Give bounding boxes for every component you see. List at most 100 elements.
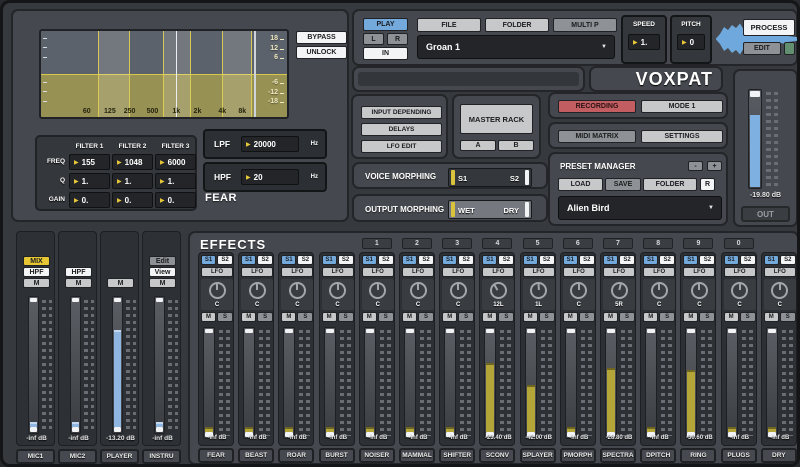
fx-name-burst[interactable]: BURST: [319, 448, 355, 463]
s1-button[interactable]: S1: [402, 255, 417, 265]
fader-track[interactable]: [364, 327, 376, 439]
pan-knob[interactable]: [289, 282, 306, 299]
s2-button[interactable]: S2: [579, 255, 595, 265]
lfo-button[interactable]: LFO: [643, 267, 675, 277]
s2-button[interactable]: S2: [619, 255, 635, 265]
lfo-button[interactable]: LFO: [563, 267, 595, 277]
solo-button[interactable]: S: [297, 312, 313, 322]
lfo-button[interactable]: LFO: [362, 267, 394, 277]
out-button[interactable]: OUT: [741, 206, 790, 222]
fader-handle[interactable]: [30, 427, 37, 432]
mute-button[interactable]: M: [764, 312, 779, 322]
solo-button[interactable]: S: [659, 312, 675, 322]
input-button[interactable]: IN: [363, 47, 408, 60]
fader-track[interactable]: [28, 296, 39, 434]
fx-name-dpitch[interactable]: DPITCH: [640, 448, 676, 463]
fader-track[interactable]: [283, 327, 295, 439]
s2-button[interactable]: S2: [699, 255, 715, 265]
solo-button[interactable]: S: [539, 312, 555, 322]
lfo-button[interactable]: LFO: [281, 267, 313, 277]
out-fader-track[interactable]: [748, 89, 762, 189]
filter-value-cell[interactable]: ▶1.: [112, 173, 153, 189]
fx-name-splayer[interactable]: SPLAYER: [520, 448, 556, 463]
fx-name-sconv[interactable]: SCONV: [479, 448, 515, 463]
channel-name-mic2[interactable]: MIC2: [58, 449, 97, 464]
mute-button[interactable]: M: [523, 312, 538, 322]
lfo-button[interactable]: LFO: [442, 267, 474, 277]
s1-button[interactable]: S1: [683, 255, 698, 265]
solo-button[interactable]: S: [458, 312, 474, 322]
fader-track[interactable]: [70, 296, 81, 434]
rack-a-button[interactable]: A: [460, 140, 496, 151]
preset-select[interactable]: Alien Bird ▼: [558, 196, 722, 220]
fader-track[interactable]: [685, 327, 697, 439]
channel-button-m[interactable]: M: [149, 278, 176, 288]
channel-button-hpf[interactable]: HPF: [23, 267, 50, 277]
lfo-button[interactable]: LFO: [523, 267, 555, 277]
fader-handle[interactable]: [114, 427, 121, 432]
pan-knob[interactable]: [651, 282, 668, 299]
s2-button[interactable]: S2: [217, 255, 233, 265]
fx-name-spectra[interactable]: SPECTRA: [600, 448, 636, 463]
settings-button[interactable]: SETTINGS: [641, 130, 723, 143]
fader-track[interactable]: [525, 327, 537, 439]
fader-track[interactable]: [484, 327, 496, 439]
output-morphing-slider[interactable]: WET DRY: [448, 200, 532, 219]
solo-button[interactable]: S: [780, 312, 796, 322]
s2-button[interactable]: S2: [659, 255, 675, 265]
lfo-button[interactable]: LFO: [683, 267, 715, 277]
lfo-button[interactable]: LFO: [603, 267, 635, 277]
fader-track[interactable]: [243, 327, 255, 439]
fader-track[interactable]: [605, 327, 617, 439]
mute-button[interactable]: M: [241, 312, 256, 322]
lfo-button[interactable]: LFO: [201, 267, 233, 277]
s1-button[interactable]: S1: [523, 255, 538, 265]
channel-button-edit[interactable]: Edit: [149, 256, 176, 266]
s2-button[interactable]: S2: [498, 255, 514, 265]
multi-p-button[interactable]: MULTI P: [553, 18, 617, 32]
eq-display[interactable]: 601252505001k2k4k8k18126-6-12-18: [39, 29, 289, 119]
s1-button[interactable]: S1: [201, 255, 216, 265]
lfo-button[interactable]: LFO: [241, 267, 273, 277]
slider-handle[interactable]: [451, 170, 455, 185]
s1-button[interactable]: S1: [603, 255, 618, 265]
filter-value-cell[interactable]: ▶0.: [69, 192, 110, 208]
s2-button[interactable]: S2: [418, 255, 434, 265]
lfo-edit-button[interactable]: LFO EDIT: [361, 140, 442, 153]
left-channel-button[interactable]: L: [363, 33, 384, 45]
s2-button[interactable]: S2: [780, 255, 796, 265]
master-rack-button[interactable]: MASTER RACK: [460, 104, 533, 134]
mute-button[interactable]: M: [322, 312, 337, 322]
process-button[interactable]: PROCESS: [743, 19, 795, 36]
recording-button[interactable]: RECORDING: [558, 100, 636, 113]
s1-button[interactable]: S1: [482, 255, 497, 265]
s2-button[interactable]: S2: [378, 255, 394, 265]
file-button[interactable]: FILE: [417, 18, 481, 32]
channel-button-m[interactable]: M: [107, 278, 134, 288]
rack-b-button[interactable]: B: [498, 140, 534, 151]
s1-button[interactable]: S1: [563, 255, 578, 265]
bypass-button[interactable]: BYPASS: [296, 31, 347, 44]
solo-button[interactable]: S: [378, 312, 394, 322]
lfo-button[interactable]: LFO: [322, 267, 354, 277]
solo-button[interactable]: S: [257, 312, 273, 322]
pan-knob[interactable]: [249, 282, 266, 299]
s1-button[interactable]: S1: [442, 255, 457, 265]
mute-button[interactable]: M: [563, 312, 578, 322]
load-button[interactable]: LOAD: [558, 178, 603, 191]
mute-button[interactable]: M: [201, 312, 216, 322]
fader-track[interactable]: [766, 327, 778, 439]
mute-button[interactable]: M: [442, 312, 457, 322]
pan-knob[interactable]: [369, 282, 386, 299]
pan-knob[interactable]: [611, 282, 628, 299]
lpf-value-cell[interactable]: ▶ 20000: [241, 136, 299, 152]
eq-band-bar[interactable]: [98, 31, 130, 117]
mode-button[interactable]: MODE 1: [641, 100, 723, 113]
mute-button[interactable]: M: [402, 312, 417, 322]
slider-handle[interactable]: [451, 202, 455, 217]
fx-name-pmorph[interactable]: PMORPH: [560, 448, 596, 463]
filter-value-cell[interactable]: ▶6000: [155, 154, 196, 170]
filter-value-cell[interactable]: ▶0.: [112, 192, 153, 208]
channel-name-instru[interactable]: INSTRU: [142, 449, 181, 464]
pan-knob[interactable]: [731, 282, 748, 299]
